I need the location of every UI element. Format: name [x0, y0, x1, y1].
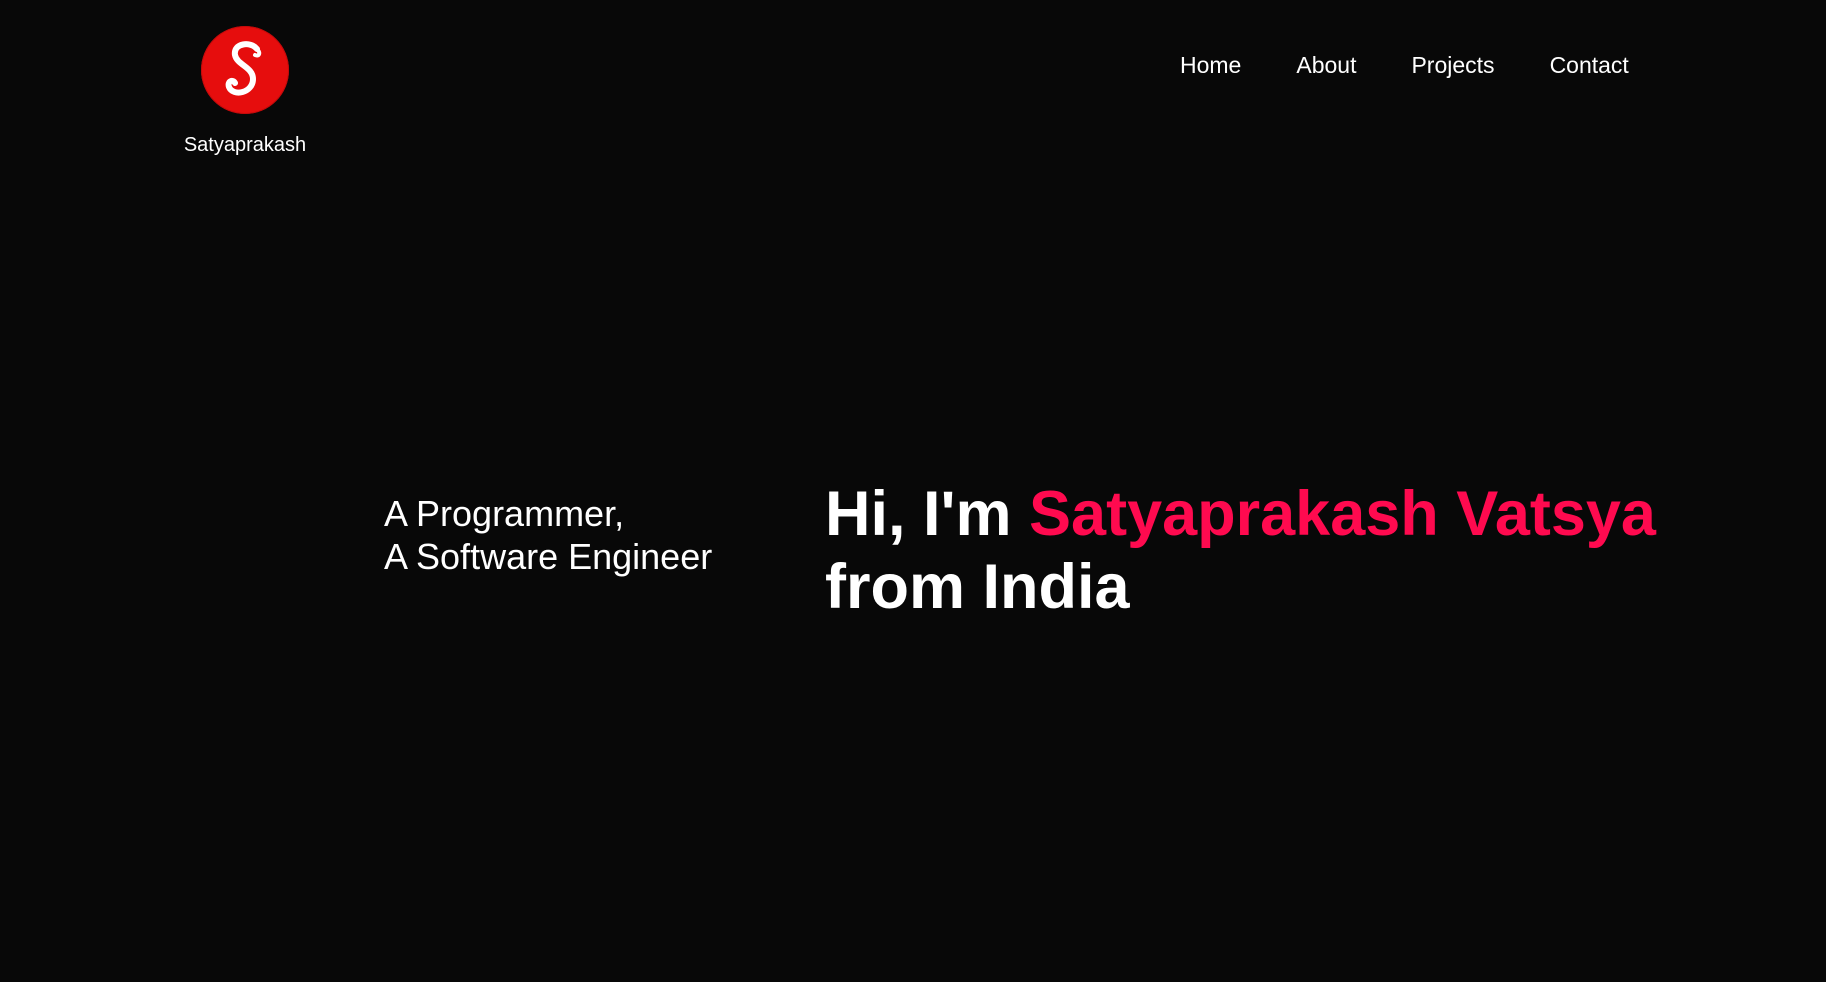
brand-name: Satyaprakash — [183, 134, 307, 156]
hero-heading: Hi, I'm Satyaprakash Vatsya from India — [825, 478, 1656, 624]
main-nav: Home About Projects Contact — [1180, 52, 1629, 79]
hero-tagline: A Programmer, A Software Engineer — [384, 492, 712, 578]
script-s-logo-icon — [225, 41, 262, 96]
greeting-prefix: Hi, I'm — [825, 479, 1012, 549]
page: Satyaprakash Home About Projects Contact… — [0, 0, 1826, 982]
greeting-suffix: from India — [825, 552, 1130, 622]
nav-item-home[interactable]: Home — [1180, 52, 1241, 79]
brand-logo-block[interactable]: Satyaprakash — [176, 26, 314, 157]
nav-item-projects[interactable]: Projects — [1411, 52, 1494, 79]
highlight-name: Satyaprakash Vatsya — [1029, 479, 1656, 549]
nav-item-about[interactable]: About — [1296, 52, 1356, 79]
hero-heading-line-1: Hi, I'm Satyaprakash Vatsya — [825, 478, 1656, 551]
tagline-line-1: A Programmer, — [384, 493, 625, 534]
tagline-line-2: A Software Engineer — [384, 536, 713, 577]
nav-item-contact[interactable]: Contact — [1550, 52, 1629, 79]
logo-badge[interactable] — [201, 26, 289, 114]
